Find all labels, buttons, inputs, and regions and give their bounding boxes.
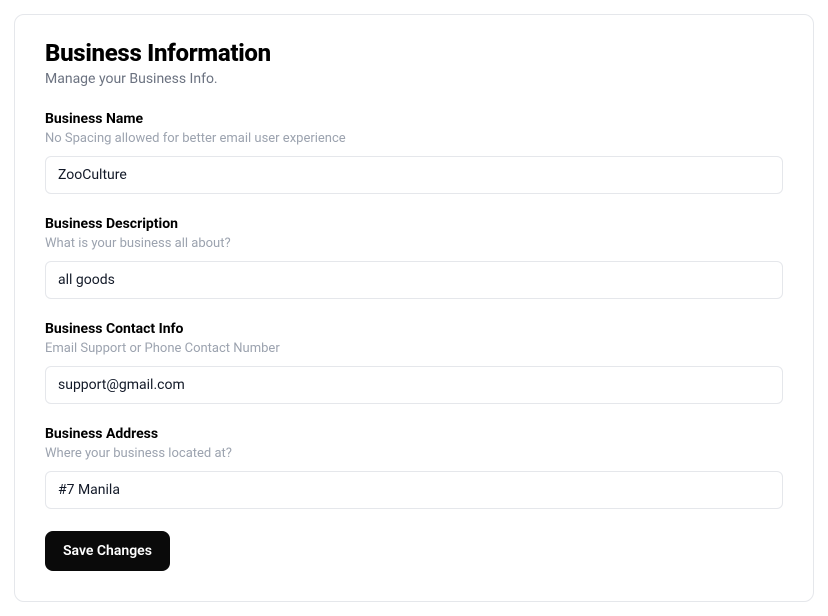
form-group-business-name: Business Name No Spacing allowed for bet… [45, 111, 783, 194]
form-group-business-description: Business Description What is your busine… [45, 216, 783, 299]
business-description-hint: What is your business all about? [45, 236, 783, 251]
business-contact-input[interactable] [45, 366, 783, 404]
business-name-input[interactable] [45, 156, 783, 194]
form-group-business-contact: Business Contact Info Email Support or P… [45, 321, 783, 404]
page-title: Business Information [45, 39, 783, 67]
form-group-business-address: Business Address Where your business loc… [45, 426, 783, 509]
business-info-card: Business Information Manage your Busines… [14, 14, 814, 602]
business-contact-hint: Email Support or Phone Contact Number [45, 341, 783, 356]
business-name-label: Business Name [45, 111, 783, 127]
business-address-label: Business Address [45, 426, 783, 442]
business-address-input[interactable] [45, 471, 783, 509]
business-address-hint: Where your business located at? [45, 446, 783, 461]
page-subtitle: Manage your Business Info. [45, 71, 783, 87]
business-name-hint: No Spacing allowed for better email user… [45, 131, 783, 146]
save-changes-button[interactable]: Save Changes [45, 531, 170, 571]
business-description-input[interactable] [45, 261, 783, 299]
business-contact-label: Business Contact Info [45, 321, 783, 337]
business-description-label: Business Description [45, 216, 783, 232]
